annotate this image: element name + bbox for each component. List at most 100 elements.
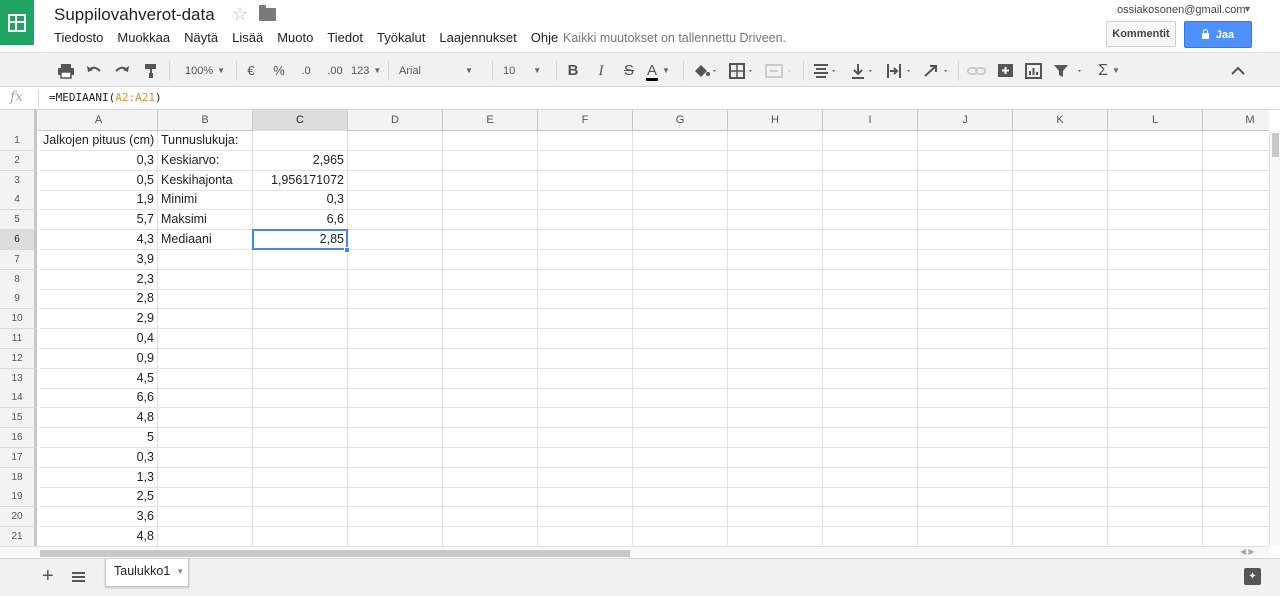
vertical-scrollbar[interactable] bbox=[1269, 131, 1280, 546]
cell-i21[interactable] bbox=[823, 527, 918, 546]
cell-l18[interactable] bbox=[1108, 467, 1203, 488]
cell-i1[interactable] bbox=[823, 131, 918, 151]
cell-d17[interactable] bbox=[348, 447, 443, 468]
borders-icon[interactable] bbox=[728, 62, 756, 80]
cell-f11[interactable] bbox=[538, 329, 633, 349]
cell-b11[interactable] bbox=[158, 329, 253, 349]
cell-l9[interactable] bbox=[1108, 289, 1203, 310]
row-header[interactable]: 10 bbox=[0, 309, 37, 330]
star-icon[interactable]: ☆ bbox=[232, 4, 248, 25]
column-header-d[interactable]: D bbox=[348, 110, 443, 131]
cell-c11[interactable] bbox=[253, 329, 348, 349]
cell-l14[interactable] bbox=[1108, 388, 1203, 409]
cell-f5[interactable] bbox=[538, 210, 633, 231]
cell-m20[interactable] bbox=[1203, 507, 1269, 528]
cell-j16[interactable] bbox=[918, 428, 1013, 448]
cell-e5[interactable] bbox=[443, 210, 538, 231]
cell-g1[interactable] bbox=[633, 131, 728, 151]
cell-g12[interactable] bbox=[633, 348, 728, 369]
row-header[interactable]: 12 bbox=[0, 348, 37, 369]
cell-f12[interactable] bbox=[538, 348, 633, 369]
cell-d7[interactable] bbox=[348, 249, 443, 270]
cell-k3[interactable] bbox=[1013, 170, 1108, 191]
cell-k17[interactable] bbox=[1013, 447, 1108, 468]
cell-l7[interactable] bbox=[1108, 249, 1203, 270]
cell-i9[interactable] bbox=[823, 289, 918, 310]
cell-a9[interactable]: 2,8 bbox=[40, 289, 158, 310]
cell-a10[interactable]: 2,9 bbox=[40, 309, 158, 330]
cell-k12[interactable] bbox=[1013, 348, 1108, 369]
cell-grid[interactable]: ABCDEFGHIJKLM 1 Jalkojen pituus (cm) Tunnu… bbox=[0, 110, 1269, 546]
cell-m1[interactable] bbox=[1203, 131, 1269, 151]
cell-a5[interactable]: 5,7 bbox=[40, 210, 158, 231]
cell-g7[interactable] bbox=[633, 249, 728, 270]
cell-b8[interactable] bbox=[158, 269, 253, 290]
cell-j1[interactable] bbox=[918, 131, 1013, 151]
cell-f7[interactable] bbox=[538, 249, 633, 270]
cell-g9[interactable] bbox=[633, 289, 728, 310]
cell-j15[interactable] bbox=[918, 408, 1013, 429]
cell-h8[interactable] bbox=[728, 269, 823, 290]
row-header[interactable]: 6 bbox=[0, 230, 37, 250]
print-icon[interactable] bbox=[57, 62, 75, 80]
cell-h16[interactable] bbox=[728, 428, 823, 448]
cell-i16[interactable] bbox=[823, 428, 918, 448]
increase-decimals-button[interactable]: .00 bbox=[324, 62, 346, 80]
merge-cells-icon[interactable] bbox=[764, 62, 794, 80]
cell-b4[interactable]: Minimi bbox=[158, 190, 253, 211]
font-select[interactable]: Arial ▼ bbox=[399, 62, 479, 80]
paint-format-icon[interactable] bbox=[142, 62, 160, 80]
cell-h13[interactable] bbox=[728, 368, 823, 389]
cell-b16[interactable] bbox=[158, 428, 253, 448]
cell-i15[interactable] bbox=[823, 408, 918, 429]
column-header-e[interactable]: E bbox=[443, 110, 538, 131]
cell-g14[interactable] bbox=[633, 388, 728, 409]
cell-m5[interactable] bbox=[1203, 210, 1269, 231]
fill-handle[interactable] bbox=[344, 246, 350, 253]
cell-l15[interactable] bbox=[1108, 408, 1203, 429]
cell-d19[interactable] bbox=[348, 487, 443, 508]
cell-h21[interactable] bbox=[728, 527, 823, 546]
horizontal-scrollbar[interactable]: ◀ ▶ bbox=[0, 546, 1269, 558]
cell-a13[interactable]: 4,5 bbox=[40, 368, 158, 389]
cell-l12[interactable] bbox=[1108, 348, 1203, 369]
cell-d14[interactable] bbox=[348, 388, 443, 409]
fill-color-icon[interactable] bbox=[692, 62, 718, 80]
cell-l1[interactable] bbox=[1108, 131, 1203, 151]
cell-h9[interactable] bbox=[728, 289, 823, 310]
cell-g15[interactable] bbox=[633, 408, 728, 429]
cell-m13[interactable] bbox=[1203, 369, 1269, 389]
cell-h20[interactable] bbox=[728, 507, 823, 528]
cell-d6[interactable] bbox=[348, 230, 443, 250]
cell-b14[interactable] bbox=[158, 388, 253, 409]
cell-h18[interactable] bbox=[728, 467, 823, 488]
italic-button[interactable]: I bbox=[594, 62, 608, 80]
cell-g8[interactable] bbox=[633, 269, 728, 290]
row-header[interactable]: 2 bbox=[0, 150, 37, 171]
insert-link-icon[interactable] bbox=[966, 62, 988, 80]
cell-j4[interactable] bbox=[918, 190, 1013, 211]
cell-f17[interactable] bbox=[538, 447, 633, 468]
cell-l4[interactable] bbox=[1108, 190, 1203, 211]
cell-f16[interactable] bbox=[538, 428, 633, 448]
cell-a8[interactable]: 2,3 bbox=[40, 269, 158, 290]
share-button[interactable]: Jaa bbox=[1184, 21, 1252, 48]
cell-b15[interactable] bbox=[158, 408, 253, 429]
column-header-b[interactable]: B bbox=[158, 110, 253, 131]
cell-a19[interactable]: 2,5 bbox=[40, 487, 158, 508]
cell-m4[interactable] bbox=[1203, 190, 1269, 211]
cell-e19[interactable] bbox=[443, 487, 538, 508]
cell-c15[interactable] bbox=[253, 408, 348, 429]
add-sheet-icon[interactable]: + bbox=[42, 565, 54, 588]
column-header-l[interactable]: L bbox=[1108, 110, 1203, 131]
cell-a14[interactable]: 6,6 bbox=[40, 388, 158, 409]
cell-l17[interactable] bbox=[1108, 447, 1203, 468]
cell-c3[interactable]: 1,956171072 bbox=[253, 170, 348, 191]
cell-i19[interactable] bbox=[823, 487, 918, 508]
row-header[interactable]: 9 bbox=[0, 289, 37, 310]
cell-m18[interactable] bbox=[1203, 468, 1269, 488]
all-sheets-icon[interactable] bbox=[72, 572, 85, 582]
cell-d12[interactable] bbox=[348, 348, 443, 369]
cell-k21[interactable] bbox=[1013, 527, 1108, 546]
scroll-arrows-icon[interactable]: ◀ ▶ bbox=[1240, 547, 1255, 556]
